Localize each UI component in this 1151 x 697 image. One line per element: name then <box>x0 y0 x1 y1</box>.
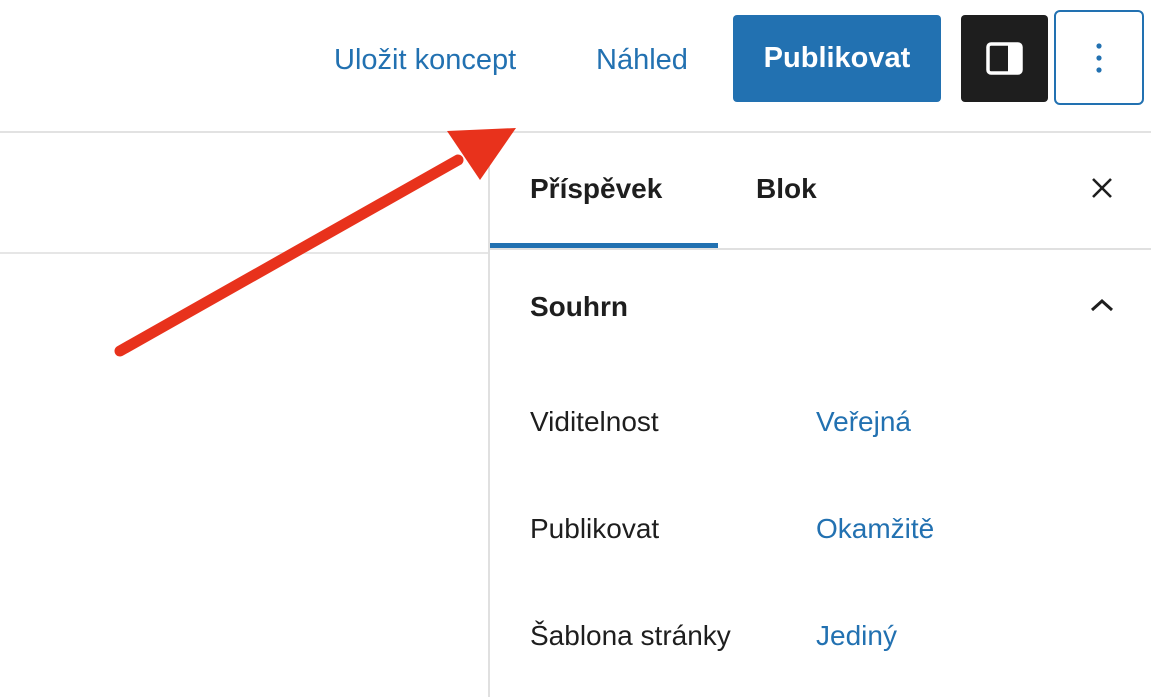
tabs-divider <box>490 248 1151 250</box>
preview-button[interactable]: Náhled <box>596 38 688 82</box>
tab-post[interactable]: Příspěvek <box>530 173 662 205</box>
save-draft-button[interactable]: Uložit koncept <box>334 38 516 82</box>
close-icon[interactable] <box>1087 173 1117 203</box>
publish-date-link[interactable]: Okamžitě <box>816 513 934 545</box>
page-template-link[interactable]: Jediný <box>816 620 897 652</box>
summary-section-title[interactable]: Souhrn <box>530 291 628 323</box>
sidebar-toggle-icon <box>986 42 1023 75</box>
visibility-value-link[interactable]: Veřejná <box>816 406 911 438</box>
visibility-label: Viditelnost <box>530 406 659 437</box>
canvas-divider <box>0 252 490 254</box>
settings-sidebar: Příspěvek Blok Souhrn Viditelnost Veřejn… <box>488 133 1151 697</box>
chevron-up-icon[interactable] <box>1087 295 1117 315</box>
more-vertical-icon <box>1096 43 1102 73</box>
tab-block[interactable]: Blok <box>756 173 817 205</box>
settings-toggle-button[interactable] <box>961 15 1048 102</box>
publish-button[interactable]: Publikovat <box>733 15 941 102</box>
page-template-label: Šablona stránky <box>530 620 731 651</box>
publish-label: Publikovat <box>530 513 660 544</box>
editor-header: Uložit koncept Náhled Publikovat <box>0 0 1151 133</box>
options-menu-button[interactable] <box>1054 10 1144 105</box>
